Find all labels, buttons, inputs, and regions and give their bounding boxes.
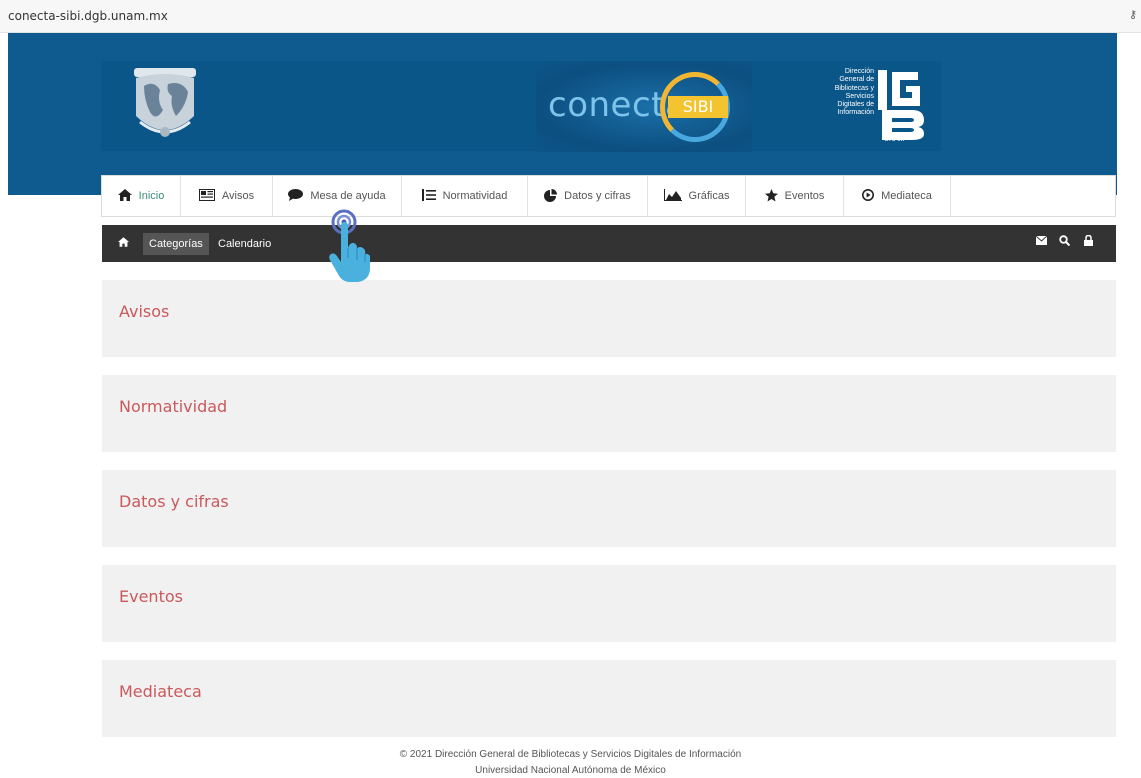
nav-item-normatividad[interactable]: Normatividad [402,176,528,216]
section-title[interactable]: Mediateca [119,682,202,701]
nav-label: Avisos [221,190,255,202]
nav-item-datos-y-cifras[interactable]: Datos y cifras [528,176,648,216]
dgb-unam-label: UNAM [884,136,905,143]
nav-item-eventos[interactable]: Eventos [746,176,844,216]
categories-tab[interactable]: Categorías [143,233,209,255]
section-card-eventos[interactable]: Eventos [102,565,1116,642]
envelope-icon[interactable] [1035,235,1048,247]
dgb-logo[interactable]: Dirección General de Bibliotecas y Servi… [802,66,932,146]
nav-item-inicio[interactable]: Inicio [102,176,181,216]
home-icon [117,189,132,203]
nav-item-graficas[interactable]: Gráficas [648,176,746,216]
footer-copyright: © 2021 Dirección General de Bibliotecas … [399,749,742,760]
secondary-nav-bar: Categorías Calendario [102,225,1116,262]
nav-label: Mesa de ayuda [310,190,386,202]
pointer-hand-icon [329,209,370,282]
dgb-text: Dirección General de Bibliotecas y Servi… [834,68,874,117]
nav-label: Mediateca [881,190,932,202]
section-title[interactable]: Avisos [119,302,169,321]
nav-label: Inicio [138,190,165,202]
main-nav: Inicio Avisos Mesa de ayuda Normatividad… [101,175,1116,217]
section-card-avisos[interactable]: Avisos [102,280,1116,357]
key-icon[interactable]: ⚷ [1129,8,1137,21]
logo-badge: SIBI [668,96,728,118]
section-title[interactable]: Normatividad [119,397,227,416]
browser-url-bar: conecta-sibi.dgb.unam.mx ⚷ [0,0,1141,33]
pie-chart-icon [544,188,558,204]
conecta-sibi-logo[interactable]: conecta SIBI [536,62,752,152]
section-card-mediateca[interactable]: Mediateca [102,660,1116,737]
lock-icon[interactable] [1084,234,1093,248]
section-card-datos-y-cifras[interactable]: Datos y cifras [102,470,1116,547]
url-text[interactable]: conecta-sibi.dgb.unam.mx [8,9,168,23]
nav-label: Datos y cifras [564,190,631,202]
dgb-mark-icon [878,70,924,140]
nav-label: Normatividad [442,190,508,202]
section-title[interactable]: Datos y cifras [119,492,229,511]
nav-label: Eventos [784,190,825,202]
unam-seal-logo[interactable] [130,66,200,146]
section-title[interactable]: Eventos [119,587,183,606]
area-chart-icon [663,189,682,203]
calendar-tab[interactable]: Calendario [215,233,274,255]
play-circle-icon [862,189,875,203]
footer-university: Universidad Nacional Autónoma de México [475,765,666,776]
newspaper-icon [198,189,215,203]
nav-item-avisos[interactable]: Avisos [181,176,273,216]
star-icon [764,188,778,204]
list-icon [421,189,436,203]
chat-bubble-icon [288,189,304,203]
section-card-normatividad[interactable]: Normatividad [102,375,1116,452]
home-icon[interactable] [118,236,129,250]
nav-item-mediateca[interactable]: Mediateca [844,176,951,216]
nav-label: Gráficas [688,190,730,202]
search-icon[interactable] [1059,235,1071,248]
